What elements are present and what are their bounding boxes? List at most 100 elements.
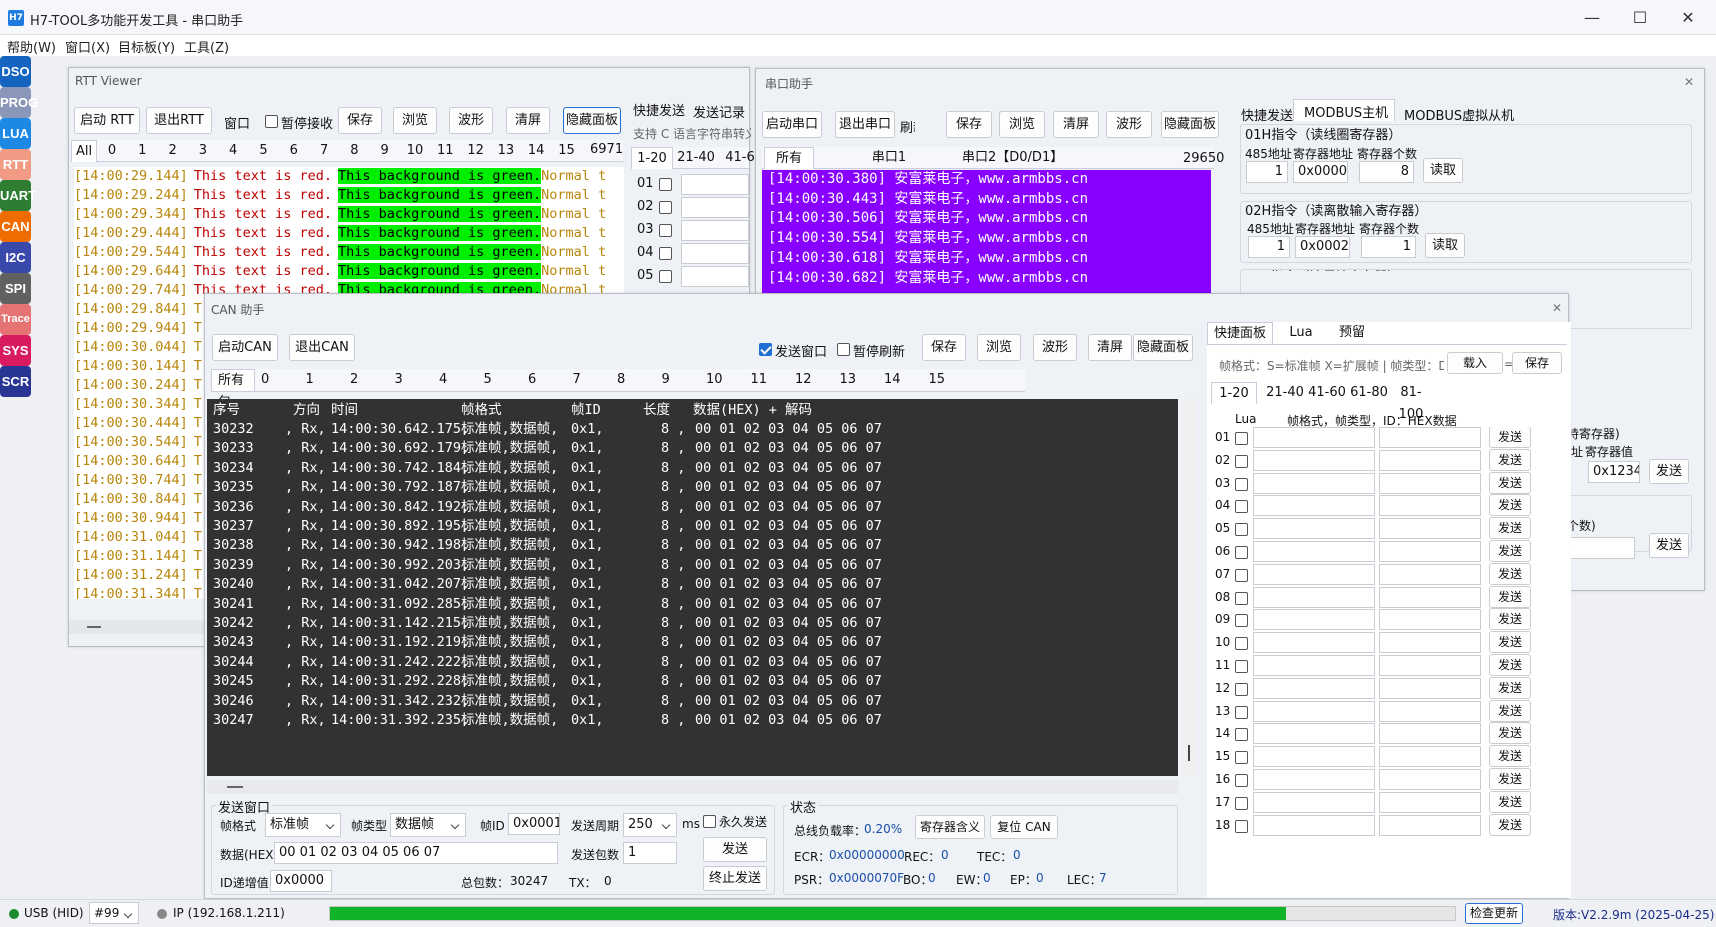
can-quick-row-checkbox[interactable] xyxy=(1235,705,1248,719)
uart-tab-port2[interactable]: 串口2【D0/D1】 xyxy=(962,147,1063,169)
can-tab-11[interactable]: 11 xyxy=(745,369,789,391)
can-quick-row-data[interactable] xyxy=(1379,472,1481,494)
can-send-window-checkbox[interactable] xyxy=(759,343,772,356)
uart-quick-tab[interactable]: 快捷发送 xyxy=(1241,105,1293,124)
can-quick-row-data[interactable] xyxy=(1379,586,1481,608)
uart-tab-all[interactable]: 所有 xyxy=(764,147,814,169)
check-update-button[interactable]: 检查更新 xyxy=(1465,903,1523,924)
can-quick-row-send-button[interactable]: 发送 xyxy=(1489,562,1531,585)
rtt-stop-button[interactable]: 退出RTT xyxy=(146,107,212,134)
can-quick-row-data[interactable] xyxy=(1379,746,1481,768)
menu-target[interactable]: 目标板(Y) xyxy=(118,37,175,56)
can-tab-8[interactable]: 8 xyxy=(611,369,655,391)
can-quick-row-desc[interactable] xyxy=(1253,609,1375,631)
rtt-wave-button[interactable]: 波形 xyxy=(449,107,493,134)
modbus-write-send-button[interactable]: 发送 xyxy=(1649,459,1689,484)
rtt-tab-6[interactable]: 6 xyxy=(281,140,307,162)
can-quick-row-data[interactable] xyxy=(1379,814,1481,836)
rtt-tab-7[interactable]: 7 xyxy=(311,140,337,162)
can-quick-row-send-button[interactable]: 发送 xyxy=(1489,517,1531,540)
can-quick-row-desc[interactable] xyxy=(1253,518,1375,540)
can-quick-row-data[interactable] xyxy=(1379,700,1481,722)
can-tab-all[interactable]: 所有包 xyxy=(211,369,255,410)
rtt-pause-checkbox[interactable] xyxy=(265,115,278,128)
can-quick-row-checkbox[interactable] xyxy=(1235,591,1248,605)
sidebar-spi-button[interactable]: SPI xyxy=(0,273,31,304)
uart-close-icon[interactable]: ✕ xyxy=(1684,75,1694,89)
can-tab-4[interactable]: 4 xyxy=(433,369,477,391)
can-quick-row-send-button[interactable]: 发送 xyxy=(1489,631,1531,654)
can-save-quick-button[interactable]: 保存 xyxy=(1512,352,1562,374)
can-register-meaning-button[interactable]: 寄存器含义 xyxy=(915,815,985,839)
can-forever-checkbox[interactable] xyxy=(703,815,716,828)
can-quick-row-send-button[interactable]: 发送 xyxy=(1489,676,1531,699)
can-pause-checkbox[interactable] xyxy=(837,343,850,356)
rtt-tab-all[interactable]: All xyxy=(71,140,97,162)
can-tab-2[interactable]: 2 xyxy=(344,369,388,391)
can-wave-button[interactable]: 波形 xyxy=(1033,334,1077,361)
can-quick-row-send-button[interactable]: 发送 xyxy=(1489,722,1531,745)
menu-help[interactable]: 帮助(W) xyxy=(7,37,56,56)
can-quick-row-desc[interactable] xyxy=(1253,814,1375,836)
can-tab-12[interactable]: 12 xyxy=(789,369,833,391)
modbus-multi-input[interactable] xyxy=(1567,537,1635,559)
modbus-01h-count[interactable]: 8 xyxy=(1359,161,1414,183)
sidebar-lua-button[interactable]: LUA xyxy=(0,118,31,149)
rtt-quick-row-checkbox[interactable] xyxy=(659,270,672,283)
can-quick-row-send-button[interactable]: 发送 xyxy=(1489,768,1531,790)
can-quick-row-checkbox[interactable] xyxy=(1235,614,1248,628)
can-tab-5[interactable]: 5 xyxy=(478,369,522,391)
sidebar-prog-button[interactable]: PROG xyxy=(0,87,38,118)
uart-stop-button[interactable]: 退出串口 xyxy=(835,111,895,138)
can-quick-row-data[interactable] xyxy=(1379,609,1481,631)
can-quick-row-data[interactable] xyxy=(1379,677,1481,699)
can-tab-0[interactable]: 0 xyxy=(255,369,299,391)
can-quick-row-data[interactable] xyxy=(1379,769,1481,790)
modbus-02h-reg[interactable]: 0x0002 xyxy=(1295,236,1350,258)
can-period-select[interactable]: 250 xyxy=(623,813,677,837)
can-quick-row-checkbox[interactable] xyxy=(1235,546,1248,559)
maximize-icon[interactable]: ☐ xyxy=(1618,4,1662,32)
modbus-multi-send-button[interactable]: 发送 xyxy=(1649,533,1689,558)
can-quick-row-data[interactable] xyxy=(1379,449,1481,471)
can-quick-row-desc[interactable] xyxy=(1253,495,1375,517)
can-data-input[interactable]: 00 01 02 03 04 05 06 07 xyxy=(274,842,558,864)
can-tab-3[interactable]: 3 xyxy=(389,369,433,391)
sidebar-rtt-button[interactable]: RTT xyxy=(0,149,31,180)
rtt-quick-row-input[interactable] xyxy=(681,243,749,264)
can-quick-row-send-button[interactable]: 发送 xyxy=(1489,790,1531,813)
uart-browse-button[interactable]: 浏览 xyxy=(999,111,1045,138)
uart-hide-button[interactable]: 隐藏面板 xyxy=(1161,111,1219,138)
rtt-hide-button[interactable]: 隐藏面板 xyxy=(563,107,621,134)
can-quick-row-send-button[interactable]: 发送 xyxy=(1489,494,1531,517)
modbus-01h-addr[interactable]: 1 xyxy=(1246,161,1288,183)
uart-start-button[interactable]: 启动串口 xyxy=(762,111,822,138)
rtt-tab-4[interactable]: 4 xyxy=(220,140,246,162)
can-quick-row-send-button[interactable]: 发送 xyxy=(1489,540,1531,562)
can-tab-lua[interactable]: Lua xyxy=(1281,322,1321,344)
sidebar-uart-button[interactable]: UART xyxy=(0,180,36,211)
can-quick-row-send-button[interactable]: 发送 xyxy=(1489,813,1531,836)
rtt-quick-tab[interactable]: 快捷发送 xyxy=(633,100,685,119)
can-hide-button[interactable]: 隐藏面板 xyxy=(1133,334,1193,361)
can-quick-row-desc[interactable] xyxy=(1253,427,1375,448)
rtt-quick-row-input[interactable] xyxy=(681,197,749,218)
can-quick-row-data[interactable] xyxy=(1379,495,1481,517)
sidebar-dso-button[interactable]: DSO xyxy=(0,56,31,87)
can-quick-row-data[interactable] xyxy=(1379,723,1481,745)
uart-modbus-slave-tab[interactable]: MODBUS虚拟从机 xyxy=(1404,105,1514,124)
rtt-quick-row-input[interactable] xyxy=(681,266,749,287)
can-send-button[interactable]: 发送 xyxy=(703,837,767,862)
can-browse-button[interactable]: 浏览 xyxy=(977,334,1021,361)
can-quick-row-checkbox[interactable] xyxy=(1235,682,1248,696)
can-quick-row-data[interactable] xyxy=(1379,632,1481,654)
can-load-button[interactable]: 载入 xyxy=(1447,352,1503,374)
can-quick-row-checkbox[interactable] xyxy=(1235,637,1248,651)
can-quick-row-checkbox[interactable] xyxy=(1235,796,1248,810)
can-reset-button[interactable]: 复位 CAN xyxy=(990,815,1058,839)
can-quick-row-data[interactable] xyxy=(1379,563,1481,585)
rtt-quick-row-checkbox[interactable] xyxy=(659,178,672,191)
can-quick-row-send-button[interactable]: 发送 xyxy=(1489,427,1531,448)
uart-save-button[interactable]: 保存 xyxy=(946,111,992,138)
menu-window[interactable]: 窗口(X) xyxy=(65,37,110,56)
